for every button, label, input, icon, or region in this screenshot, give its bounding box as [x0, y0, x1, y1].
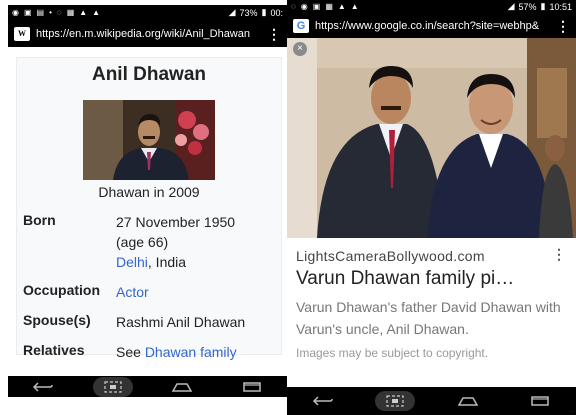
born-date: 27 November 1950: [116, 214, 236, 230]
family-photo: [287, 38, 576, 238]
close-icon[interactable]: ×: [293, 42, 307, 56]
screenshot-icon[interactable]: [375, 391, 416, 411]
warning-icon: ▲: [337, 1, 346, 11]
relatives-label: Relatives: [23, 342, 85, 358]
occupation-row: Occupation Actor: [17, 280, 281, 304]
dhawan-family-link[interactable]: Dhawan family: [145, 344, 237, 360]
source-site[interactable]: LightsCameraBollywood.com: [296, 248, 567, 264]
result-info-card[interactable]: ⋮ LightsCameraBollywood.com Varun Dhawan…: [287, 238, 576, 388]
url-text[interactable]: https://en.m.wikipedia.org/wiki/Anil_Dha…: [36, 28, 261, 40]
home-icon[interactable]: [448, 391, 488, 411]
sync-icon: ◌: [291, 1, 296, 11]
back-icon[interactable]: [23, 377, 63, 397]
clock: 00:: [270, 7, 283, 18]
notification-icons: ◉ ▣ ▤ • ◌ ▦ ▲ ▲: [12, 7, 101, 17]
portrait-photo[interactable]: [83, 100, 215, 180]
message-icon: ▣: [23, 7, 32, 17]
copyright-notice: Images may be subject to copyright.: [296, 346, 489, 360]
corner-note: …: [568, 407, 575, 414]
infobox-rows: Born 27 November 1950 (age 66) Delhi, In…: [17, 210, 281, 364]
kebab-menu-icon[interactable]: ⋮: [556, 19, 570, 33]
born-row: Born 27 November 1950 (age 66) Delhi, In…: [17, 210, 281, 274]
signal-icon: ◢: [507, 1, 515, 11]
spouse-row: Spouse(s) Rashmi Anil Dhawan: [17, 310, 281, 334]
home-icon[interactable]: [162, 377, 202, 397]
browser-url-bar[interactable]: G https://www.google.co.in/search?site=w…: [287, 13, 576, 38]
kebab-menu-icon[interactable]: ⋮: [552, 246, 566, 263]
signal-icon: ◢: [228, 7, 236, 17]
battery-percent: 73%: [239, 7, 258, 18]
status-bar: ◉ ▣ ▤ • ◌ ▦ ▲ ▲ ◢ 73% ▮ 00:: [8, 5, 287, 20]
wiki-content: Anil Dhawan Dhawan in 2009 Born 27 Novem…: [8, 47, 287, 360]
spouse-label: Spouse(s): [23, 312, 91, 328]
screenshot-icon[interactable]: [92, 377, 133, 397]
occupation-label: Occupation: [23, 282, 101, 298]
relatives-row: Relatives See Dhawan family: [17, 340, 281, 364]
warning-icon-2: ▲: [350, 1, 359, 11]
warning-icon-2: ▲: [92, 7, 101, 17]
browser-url-bar[interactable]: W https://en.m.wikipedia.org/wiki/Anil_D…: [8, 20, 287, 47]
dot-icon: •: [49, 7, 52, 17]
page-title: Anil Dhawan: [91, 64, 206, 85]
spouse-value: Rashmi Anil Dhawan: [116, 314, 246, 330]
battery-percent: 57%: [518, 1, 537, 12]
battery-icon: ▮: [261, 7, 267, 17]
gallery-icon: ▦: [66, 7, 75, 17]
status-bar: ◌ ◉ ▣ ▦ ▲ ▲ ◢ 57% ▮ 10:51: [287, 0, 576, 13]
message-icon: ▣: [312, 1, 321, 11]
google-favicon-icon: G: [293, 18, 309, 33]
navigation-bar: [287, 387, 576, 415]
image-preview[interactable]: ×: [287, 38, 576, 238]
infobox: Anil Dhawan Dhawan in 2009 Born 27 Novem…: [16, 57, 282, 360]
whatsapp-icon: ◉: [300, 1, 308, 11]
born-value: 27 November 1950 (age 66) Delhi, India: [116, 212, 275, 272]
born-age: (age 66): [116, 234, 169, 250]
left-phone: ◉ ▣ ▤ • ◌ ▦ ▲ ▲ ◢ 73% ▮ 00: W https://en…: [8, 5, 287, 397]
clock: 10:51: [549, 1, 572, 12]
back-icon[interactable]: [303, 391, 343, 411]
born-country: , India: [147, 254, 187, 270]
actor-link[interactable]: Actor: [116, 284, 149, 300]
born-place: Delhi, India: [116, 252, 275, 272]
relatives-prefix: See: [116, 344, 145, 360]
notification-icons: ◌ ◉ ▣ ▦ ▲ ▲: [291, 1, 359, 11]
url-text[interactable]: https://www.google.co.in/search?site=web…: [315, 20, 550, 32]
battery-icon: ▮: [540, 1, 546, 11]
recents-icon[interactable]: [520, 391, 560, 411]
result-description: Varun Dhawan's father David Dhawan with …: [296, 299, 561, 337]
whatsapp-icon: ◉: [12, 7, 19, 17]
photo-caption: Dhawan in 2009: [98, 184, 200, 200]
result-title[interactable]: Varun Dhawan family pi…: [296, 268, 567, 290]
gallery-icon: ▦: [325, 1, 333, 11]
portrait-image: [83, 100, 215, 180]
born-label: Born: [23, 212, 56, 228]
screenshot-collage: ◉ ▣ ▤ • ◌ ▦ ▲ ▲ ◢ 73% ▮ 00: W https://en…: [0, 0, 576, 415]
recents-icon[interactable]: [232, 377, 272, 397]
navigation-bar: [8, 376, 287, 397]
right-phone: ◌ ◉ ▣ ▦ ▲ ▲ ◢ 57% ▮ 10:51 G https://www.…: [287, 0, 576, 415]
kebab-menu-icon[interactable]: ⋮: [267, 27, 281, 41]
warning-icon: ▲: [79, 7, 88, 17]
file-icon: ▤: [36, 7, 45, 17]
wikipedia-favicon-icon: W: [14, 26, 30, 41]
sync-icon: ◌: [56, 7, 62, 17]
delhi-link[interactable]: Delhi: [116, 254, 148, 270]
